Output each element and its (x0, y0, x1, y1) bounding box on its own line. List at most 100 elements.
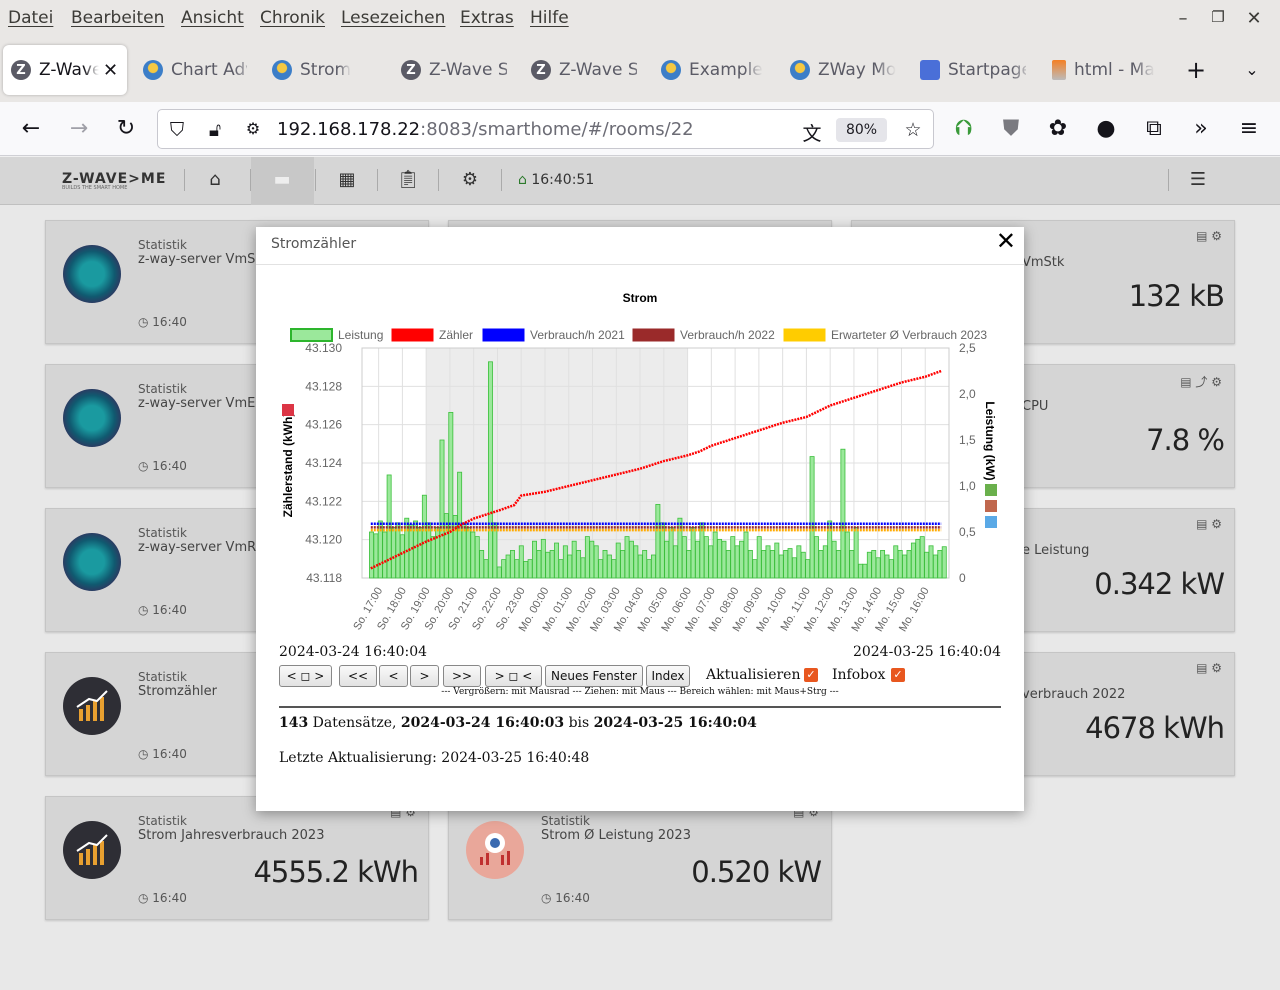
leistung-bar (756, 536, 762, 579)
leistung-bar (545, 551, 551, 579)
leistung-bar (496, 566, 502, 579)
card-type: Statistik (138, 526, 187, 540)
menu-chronik[interactable]: Chronik (260, 8, 325, 28)
strom-chart[interactable]: Strom Leistung Zähler Verbrauch/h 2021 Verbr… (276, 279, 1004, 649)
next-button[interactable]: > (410, 665, 439, 687)
back-arrow-icon[interactable]: ← (17, 115, 45, 143)
card-time: ◷ 16:40 (541, 891, 590, 905)
menu-bearbeiten[interactable]: Bearbeiten (71, 8, 164, 28)
y-left-tick-label: 43.130 (305, 341, 342, 355)
leistung-bar (871, 549, 877, 579)
tab-list-chevron-icon[interactable]: ⌄ (1238, 56, 1266, 84)
menu-datei[interactable]: Datei (8, 8, 53, 28)
tab-strom[interactable]: Strom (272, 45, 376, 95)
restore-icon[interactable]: ❐ (1208, 8, 1228, 26)
records-from: 2024-03-24 16:40:03 (400, 715, 565, 731)
menu-ansicht[interactable]: Ansicht (181, 8, 244, 28)
leistung-bar (589, 540, 595, 579)
hamburger-menu-icon[interactable]: ≡ (1235, 115, 1263, 143)
tab-bar: Z Z-Wave ✕ Chart Adv Strom Z Z-Wave Sm Z… (0, 38, 1280, 102)
card-actions[interactable]: ▤ ⚙ (1196, 517, 1222, 531)
reload-icon[interactable]: ↻ (112, 115, 140, 143)
zoom-level-badge[interactable]: 80% (836, 118, 887, 142)
leistung-bar (571, 540, 577, 579)
tab-zwave-sm-1[interactable]: Z Z-Wave Sm (401, 45, 507, 95)
ublock-shield-icon[interactable]: ⛊ (997, 115, 1025, 143)
minimize-icon[interactable]: – (1173, 8, 1193, 29)
gnome-foot-icon[interactable]: ✿ (1044, 115, 1072, 143)
tab-example[interactable]: Example (661, 45, 765, 95)
tab-zwave-sm-2[interactable]: Z Z-Wave Sm (531, 45, 637, 95)
tab-startpage[interactable]: Startpage (920, 45, 1026, 95)
records-bis: bis (564, 715, 594, 731)
zoom-out-button[interactable]: < ◻ > (279, 665, 332, 687)
widget-card[interactable]: Statistik Strom Jahresverbrauch 2023 ◷ 1… (45, 796, 429, 920)
zoom-in-button[interactable]: > ◻ < (485, 665, 542, 687)
leistung-bar (576, 549, 582, 579)
leistung-bar (501, 559, 507, 579)
first-page-button[interactable]: << (339, 665, 377, 687)
url-bar[interactable]: ⛉ 🔓︎ ⚙ 192.168.178.22:8083/smarthome/#/r… (157, 109, 934, 149)
settings-gears-icon[interactable]: ⚙ (458, 169, 482, 190)
tab-html-ma[interactable]: html - Ma (1052, 45, 1158, 95)
chart-controls: < ◻ > << < > >> > ◻ < Neues Fenster Inde… (279, 665, 1003, 687)
zwave-favicon-icon: Z (11, 60, 31, 80)
tab-zwave-active[interactable]: Z Z-Wave ✕ (3, 45, 127, 95)
menu-extras[interactable]: Extras (460, 8, 514, 28)
leistung-bar (628, 540, 634, 579)
last-update: Letzte Aktualisierung: 2024-03-25 16:40:… (279, 750, 590, 766)
tracking-shield-icon[interactable]: ⛉ (166, 119, 188, 141)
bookmark-star-icon[interactable]: ☆ (902, 119, 924, 141)
translate-icon[interactable]: 文 (801, 119, 823, 146)
close-tab-icon[interactable]: ✕ (103, 60, 118, 81)
zwave-me-logo[interactable]: Z-WAVE>ME BUILDS THE SMART HOME (62, 171, 166, 191)
clock-text: 16:40:51 (531, 172, 595, 188)
leistung-bar (906, 549, 912, 579)
leistung-bar (747, 549, 753, 579)
tab-zway-mo[interactable]: ZWay Mo (790, 45, 896, 95)
new-tab-plus-icon[interactable]: + (1182, 56, 1210, 84)
divider (315, 169, 316, 191)
card-actions[interactable]: ▤ ⚙ (1196, 661, 1222, 675)
close-icon[interactable]: ✕ (996, 227, 1016, 255)
leistung-bar (708, 545, 714, 579)
card-time: ◷ 16:40 (138, 603, 187, 617)
close-window-icon[interactable]: ✕ (1244, 8, 1264, 29)
green-arrow-extension-icon[interactable]: ⮉ (950, 115, 978, 143)
refresh-checkbox[interactable]: ✓ (804, 668, 818, 682)
widget-card[interactable]: Statistik Strom Ø Leistung 2023 ◷ 16:40 … (448, 796, 832, 920)
leistung-bar (836, 549, 841, 579)
insecure-lock-icon[interactable]: 🔓︎ (204, 119, 226, 141)
overflow-chevrons-icon[interactable]: » (1187, 115, 1215, 143)
elements-grid-icon[interactable]: ▦ (335, 169, 359, 190)
menu-hilfe[interactable]: Hilfe (530, 8, 569, 28)
legend-label: Verbrauch/h 2022 (680, 328, 775, 342)
card-actions[interactable]: ▤ ⤴ ⚙ (1180, 373, 1222, 390)
url-text[interactable]: 192.168.178.22:8083/smarthome/#/rooms/22 (277, 119, 694, 140)
site-permissions-icon[interactable]: ⚙ (242, 119, 264, 138)
events-clipboard-icon[interactable]: 📋︎ (396, 169, 420, 190)
leistung-bar (915, 538, 921, 579)
tab-chart-adv[interactable]: Chart Adv (143, 45, 247, 95)
app-menu-icon[interactable]: ☰ (1186, 169, 1210, 190)
extensions-puzzle-icon[interactable]: ⧉ (1140, 115, 1168, 143)
menu-lesezeichen[interactable]: Lesezeichen (341, 8, 445, 28)
leistung-bar (919, 536, 925, 579)
y-right-axis-label: Leistung (kW) (983, 401, 997, 480)
prev-button[interactable]: < (379, 665, 408, 687)
divider (1168, 169, 1169, 191)
card-title: verbrauch 2022 (1022, 687, 1126, 702)
index-button[interactable]: Index (646, 665, 690, 687)
rooms-icon[interactable]: ▬ (270, 169, 294, 190)
home-icon[interactable]: ⌂ (203, 169, 227, 190)
card-title: e Leistung (1022, 543, 1090, 558)
last-page-button[interactable]: >> (443, 665, 481, 687)
card-value: 0.342 kW (1094, 567, 1225, 601)
forward-arrow-icon[interactable]: → (65, 115, 93, 143)
leistung-bar (888, 559, 894, 579)
card-actions[interactable]: ▤ ⚙ (1196, 229, 1222, 243)
infobox-checkbox[interactable]: ✓ (891, 668, 905, 682)
new-window-button[interactable]: Neues Fenster (545, 665, 643, 687)
extension-balls-icon[interactable]: ● (1092, 115, 1120, 143)
leistung-bar (373, 533, 379, 579)
